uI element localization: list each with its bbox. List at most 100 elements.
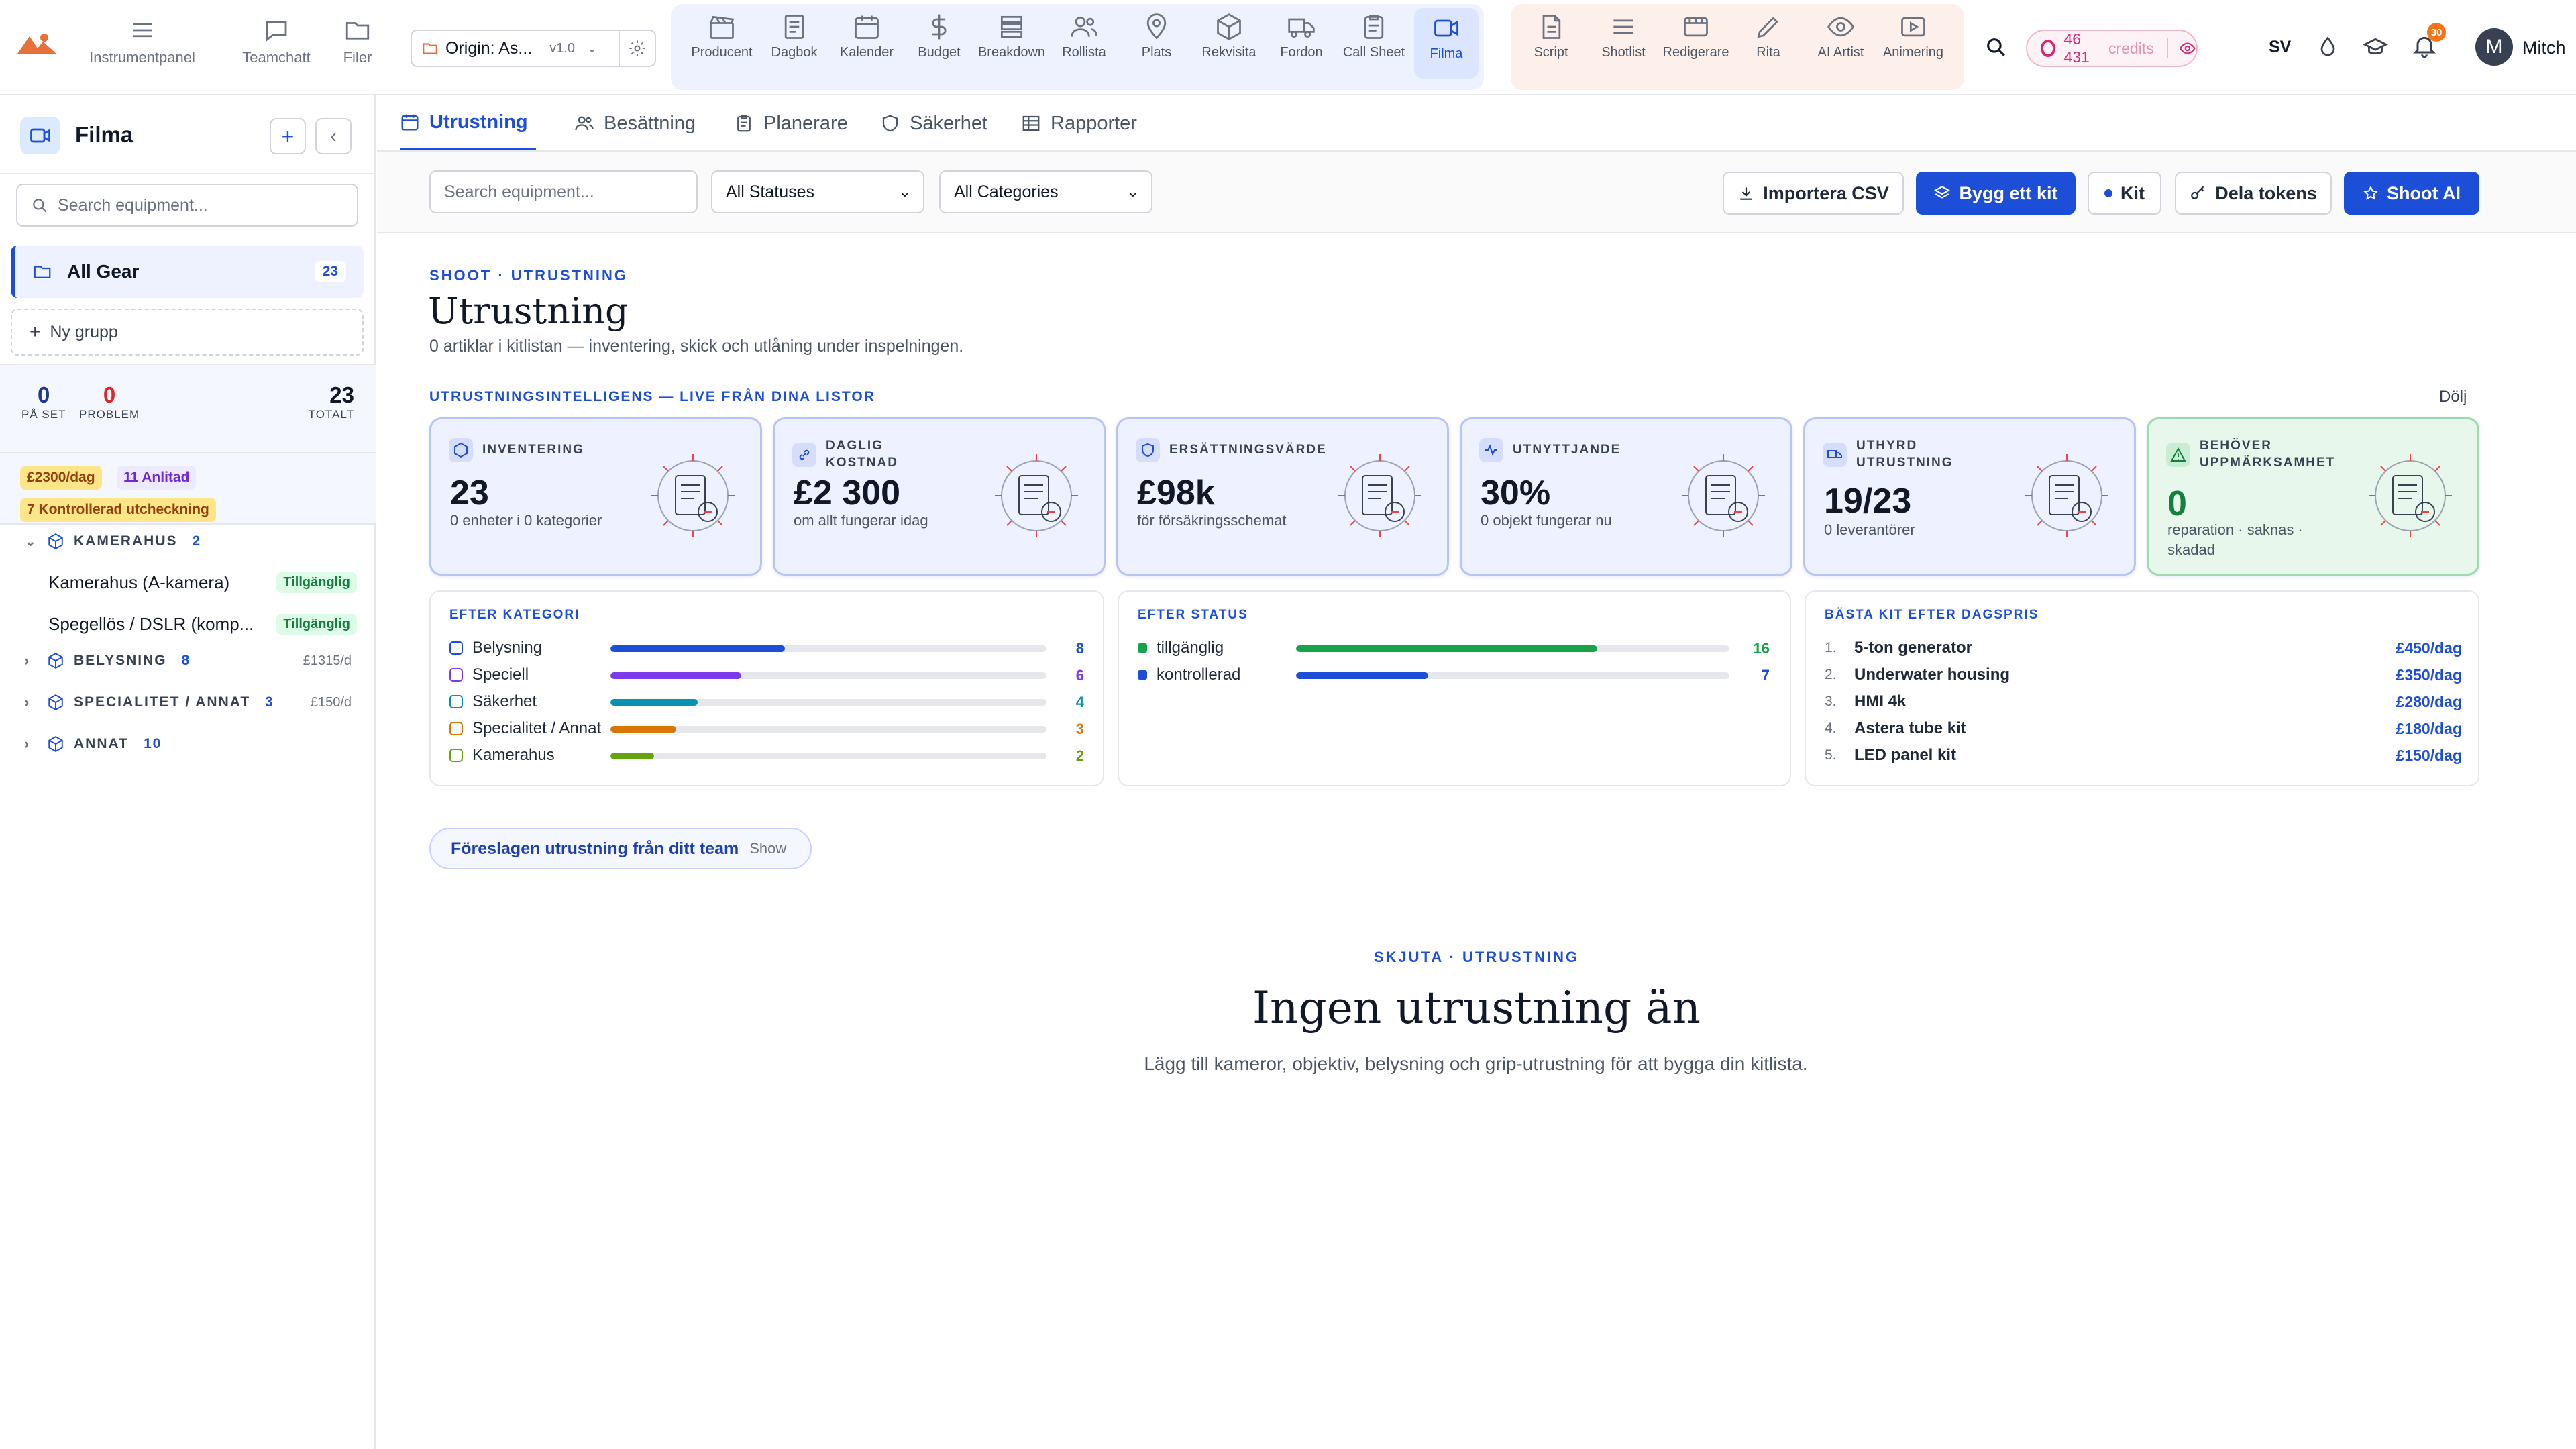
group-belysning[interactable]: › BELYSNING 8 £1315/d: [24, 652, 352, 669]
category-row[interactable]: Belysning: [449, 639, 542, 657]
import-csv-button[interactable]: Importera CSV: [1723, 172, 1904, 215]
tool-rita[interactable]: Rita: [1736, 12, 1801, 60]
tool-dagbok[interactable]: Dagbok: [762, 12, 826, 60]
stat-card-daglig-kostnad[interactable]: DAGLIG KOSTNAD £2 300 om allt fungerar ida…: [773, 417, 1106, 576]
equipment-search-input[interactable]: Search equipment...: [429, 170, 698, 213]
status-name: tillgänglig: [1157, 639, 1224, 657]
status-row[interactable]: tillgänglig: [1138, 639, 1224, 657]
tool-redigerare[interactable]: Redigerare: [1663, 12, 1729, 60]
list-item[interactable]: Kamerahus (A-kamera) Tillgänglig: [48, 562, 357, 602]
tool-rollista[interactable]: Rollista: [1052, 12, 1116, 60]
category-name: Belysning: [472, 639, 543, 657]
stat-value: 0: [38, 382, 50, 407]
status-bar-track: [1296, 672, 1729, 679]
category-row[interactable]: Specialitet / Annat: [449, 719, 601, 738]
stat-card-uthyrd-utrustning[interactable]: UTHYRD UTRUSTNING 19/23 0 leverantörer: [1803, 417, 2136, 576]
tool-shotlist[interactable]: Shotlist: [1591, 12, 1656, 60]
status-row[interactable]: kontrollerad: [1138, 665, 1240, 684]
category-filter-value: All Categories: [954, 182, 1059, 201]
tool-ai-artist[interactable]: AI Artist: [1809, 12, 1873, 60]
kit-row[interactable]: 5. LED panel kit £150/dag: [1825, 746, 2462, 765]
group-annat[interactable]: › ANNAT 10: [24, 735, 352, 753]
status-filter-select[interactable]: All Statuses ⌄: [711, 170, 924, 213]
status-filter-value: All Statuses: [726, 182, 815, 201]
group-kamerahus[interactable]: ⌄ KAMERAHUS 2: [24, 533, 201, 550]
tool-label: Rollista: [1062, 45, 1106, 60]
stat-card-utnyttjande[interactable]: UTNYTTJANDE 30% 0 objekt fungerar nu: [1460, 417, 1792, 576]
add-group-button[interactable]: +: [270, 118, 306, 154]
all-gear-item[interactable]: All Gear 23: [11, 246, 364, 298]
tab-label: Besättning: [604, 112, 696, 134]
tool-call-sheet[interactable]: Call Sheet: [1342, 12, 1406, 60]
nav-dashboard[interactable]: Instrumentpanel: [89, 16, 196, 66]
stat-card-inventering[interactable]: INVENTERING 23 0 enheter i 0 kategorier: [429, 417, 762, 576]
app-logo[interactable]: [17, 31, 56, 58]
kit-name: Underwater housing: [1854, 665, 2010, 684]
tab-planerare[interactable]: Planerare: [734, 97, 848, 150]
card-label: INVENTERING: [482, 442, 584, 457]
graduation-cap-icon[interactable]: [2363, 35, 2388, 60]
page-eyebrow: SHOOT · UTRUSTNING: [429, 267, 628, 284]
tool-animering[interactable]: Animering: [1881, 12, 1945, 60]
collapse-sidebar-button[interactable]: ‹: [315, 118, 352, 154]
tool-rekvisita[interactable]: Rekvisita: [1197, 12, 1261, 60]
tool-kalender[interactable]: Kalender: [835, 12, 899, 60]
build-kit-button[interactable]: Bygg ett kit: [1916, 172, 2076, 215]
tab-besattning[interactable]: Besättning: [574, 97, 696, 150]
drop-icon[interactable]: [2316, 35, 2340, 59]
language-switch[interactable]: SV: [2269, 38, 2291, 57]
avatar[interactable]: M: [2475, 28, 2513, 66]
module-icon: [20, 117, 60, 154]
notifications-button[interactable]: 30: [2411, 23, 2446, 62]
credits-badge[interactable]: 46 431 credits: [2026, 30, 2198, 67]
stat-label: TOTALT: [308, 408, 354, 421]
share-tokens-button[interactable]: Dela tokens: [2175, 172, 2332, 215]
category-name: Speciell: [472, 665, 529, 684]
tool-breakdown[interactable]: Breakdown: [978, 12, 1045, 60]
kit-button[interactable]: Kit: [2088, 172, 2161, 215]
project-selector[interactable]: Origin: As... v1.0 ⌄: [411, 30, 620, 67]
stat-value: 23: [329, 382, 354, 407]
tool-script[interactable]: Script: [1519, 12, 1583, 60]
user-name[interactable]: Mitch: [2522, 38, 2566, 58]
category-row[interactable]: Speciell: [449, 665, 529, 684]
project-settings-button[interactable]: [619, 30, 656, 67]
sidebar-search-input[interactable]: Search equipment...: [16, 184, 358, 227]
new-group-button[interactable]: + Ny grupp: [11, 309, 364, 356]
tool-filma[interactable]: Filma: [1414, 8, 1479, 79]
tool-fordon[interactable]: Fordon: [1269, 12, 1334, 60]
kit-row[interactable]: 3. HMI 4k £280/dag: [1825, 692, 2462, 711]
nav-teamchat[interactable]: Teamchatt: [235, 16, 318, 66]
tab-bar: [377, 97, 2576, 152]
bulb-icon: [449, 641, 463, 655]
category-row[interactable]: Säkerhet: [449, 692, 537, 711]
group-specialitet[interactable]: › SPECIALITET / ANNAT 3 £150/d: [24, 694, 352, 711]
hide-intel-button[interactable]: Dölj: [2439, 388, 2467, 407]
kit-row[interactable]: 1. 5-ton generator £450/dag: [1825, 639, 2462, 657]
stat-card-ersättningsvärde[interactable]: ERSÄTTNINGSVÄRDE £98k för försäkringsschem…: [1116, 417, 1449, 576]
star-icon: [2363, 185, 2378, 200]
tab-label: Utrustning: [429, 111, 528, 133]
tab-rapporter[interactable]: Rapporter: [1021, 97, 1137, 150]
tab-utrustning[interactable]: Utrustning: [400, 97, 536, 150]
tab-sakerhet[interactable]: Säkerhet: [880, 97, 987, 150]
stat-label: PROBLEM: [79, 408, 140, 421]
kit-row[interactable]: 4. Astera tube kit £180/dag: [1825, 719, 2462, 738]
download-icon: [1740, 187, 1752, 200]
cost-badge: £2300/dag: [20, 466, 102, 490]
shoot-ai-button[interactable]: Shoot AI: [2344, 172, 2479, 215]
search-button[interactable]: [1979, 27, 2012, 67]
suggested-equipment-button[interactable]: Föreslagen utrustning från ditt team Sho…: [429, 828, 812, 869]
tool-budget[interactable]: Budget: [907, 12, 971, 60]
status-dot-icon: [1138, 670, 1147, 680]
tool-producent[interactable]: Producent: [690, 12, 754, 60]
stat-card-behöver-uppmärksamhet[interactable]: BEHÖVER UPPMÄRKSAMHET 0 reparation · sakna…: [2147, 417, 2479, 576]
card-subtitle: reparation · saknas · skadad: [2167, 521, 2303, 558]
category-row[interactable]: Kamerahus: [449, 746, 555, 765]
tool-plats[interactable]: Plats: [1124, 12, 1189, 60]
nav-files[interactable]: Filer: [334, 16, 381, 66]
category-filter-select[interactable]: All Categories ⌄: [939, 170, 1152, 213]
box-icon: [449, 722, 463, 735]
list-item[interactable]: Spegellös / DSLR (komp... Tillgänglig: [48, 604, 357, 644]
kit-row[interactable]: 2. Underwater housing £350/dag: [1825, 665, 2462, 684]
